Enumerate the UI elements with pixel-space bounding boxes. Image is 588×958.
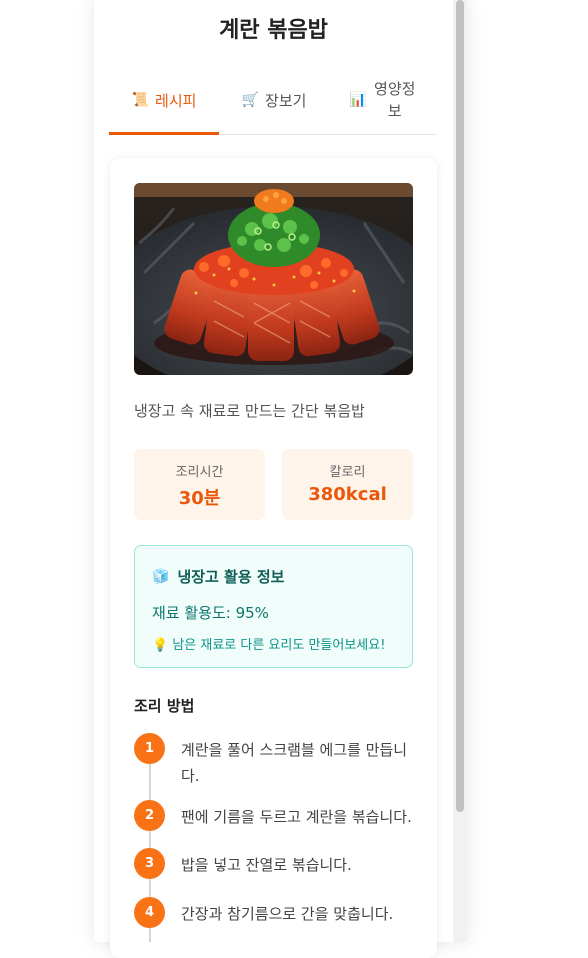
- step-number: 3: [134, 848, 165, 879]
- step-text: 팬에 기름을 두르고 계란을 볶습니다.: [181, 808, 412, 826]
- cart-icon: 🛒: [241, 92, 260, 108]
- tab-label: 장보기: [265, 91, 307, 110]
- cooking-time-card: 조리시간 30분: [134, 449, 265, 520]
- tab-bar: 📜 레시피 🛒 장보기 📊 영양정보: [109, 66, 437, 135]
- ice-cube-icon: 🧊: [152, 568, 170, 585]
- fridge-info-title-text: 냉장고 활용 정보: [177, 568, 285, 586]
- tab-recipe[interactable]: 📜 레시피: [109, 66, 219, 135]
- steps-heading: 조리 방법: [134, 697, 195, 715]
- cooking-time-label: 조리시간: [175, 465, 224, 480]
- recipe-description: 냉장고 속 재료로 만드는 간단 볶음밥: [134, 402, 365, 420]
- ingredient-usage-rate: 재료 활용도: 95%: [152, 604, 269, 622]
- fridge-info-title: 🧊 냉장고 활용 정보: [152, 566, 284, 587]
- fridge-info-box: 🧊 냉장고 활용 정보 재료 활용도: 95% 💡 남은 재료로 다른 요리도 …: [134, 545, 413, 668]
- bar-chart-icon: 📊: [349, 92, 367, 108]
- step-text: 간장과 참기름으로 간을 맞춥니다.: [181, 905, 394, 923]
- calorie-value: 380kcal: [308, 484, 387, 505]
- fridge-tip: 💡 남은 재료로 다른 요리도 만들어보세요!: [152, 638, 386, 653]
- tab-label: 레시피: [155, 91, 197, 110]
- step-text: 계란을 풀어 스크램블 에그를 만듭니다.: [181, 741, 408, 785]
- tab-nutrition[interactable]: 📊 영양정보: [329, 66, 437, 134]
- scroll-icon: 📜: [131, 92, 150, 108]
- calorie-card: 칼로리 380kcal: [282, 449, 413, 520]
- scrollbar-thumb[interactable]: [456, 0, 464, 812]
- food-photo: [134, 183, 413, 375]
- page-title: 계란 볶음밥: [219, 18, 328, 43]
- step-number: 1: [134, 733, 165, 764]
- cooking-time-value: 30분: [178, 488, 221, 509]
- step-number: 2: [134, 800, 165, 831]
- calorie-label: 칼로리: [329, 465, 366, 480]
- tab-shopping[interactable]: 🛒 장보기: [219, 66, 329, 134]
- tab-label: 영양정보: [374, 80, 416, 120]
- step-text: 밥을 넣고 잔열로 볶습니다.: [181, 856, 352, 874]
- step-number: 4: [134, 897, 165, 928]
